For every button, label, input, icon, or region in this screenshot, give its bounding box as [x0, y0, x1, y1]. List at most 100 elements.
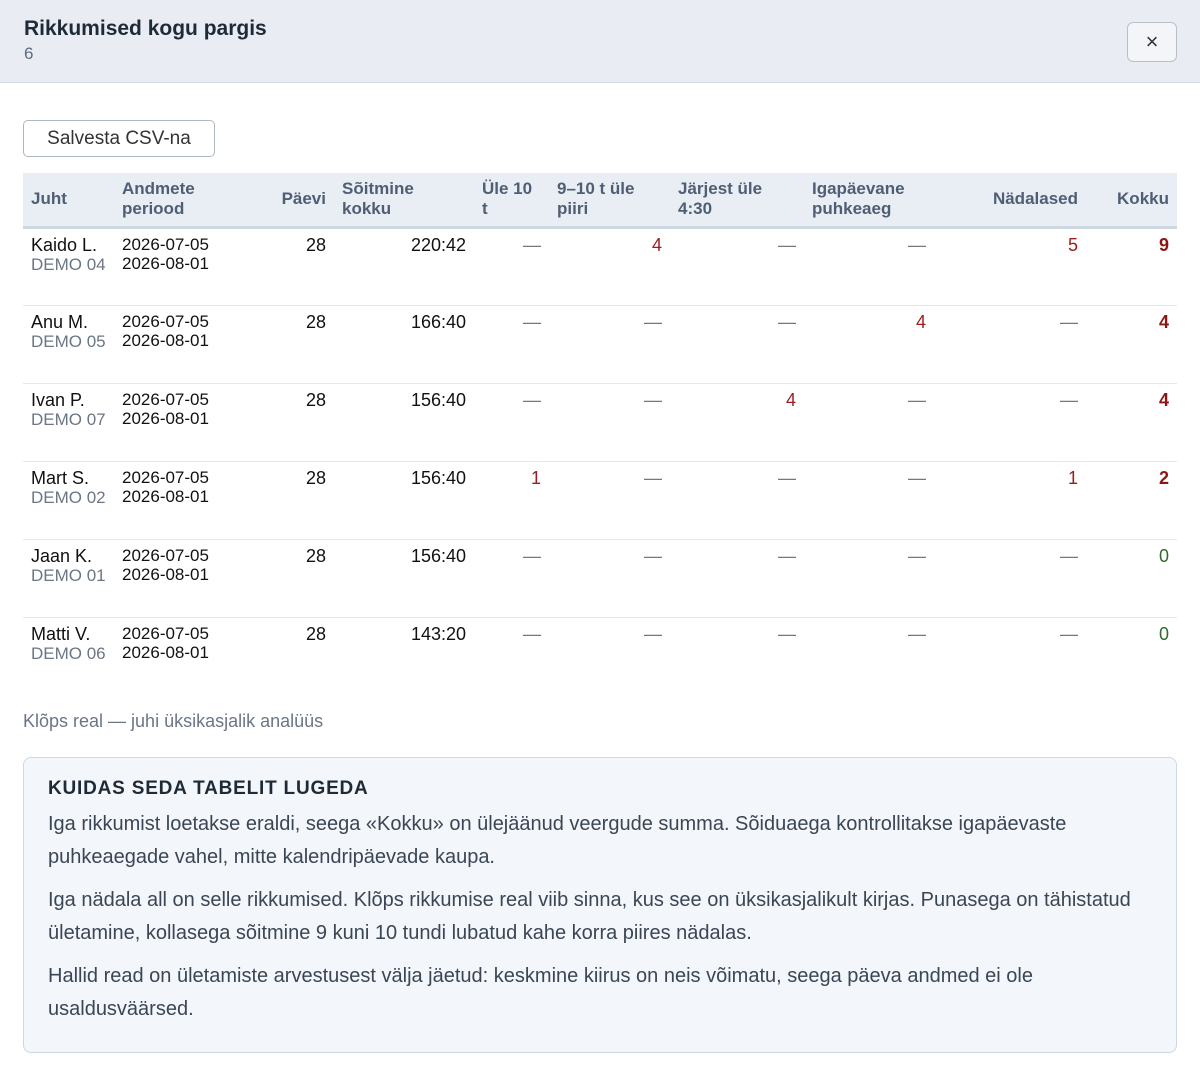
driver-name: Matti V. [31, 623, 91, 644]
table-row[interactable]: Jaan K. DEMO 01 2026-07-05 2026-08-01 28 156:… [23, 539, 1177, 618]
violation-count: — [778, 545, 796, 566]
total-violations: 9 [1158, 234, 1169, 255]
col-days[interactable]: Päevi [247, 173, 334, 229]
vehicle-plate: DEMO 02 [31, 487, 106, 507]
col-over-10h[interactable]: Üle 10 t [474, 173, 549, 229]
vehicle-plate: DEMO 07 [31, 409, 106, 429]
violation-count: — [908, 467, 926, 488]
violation-count: — [778, 311, 796, 332]
col-daily-rest[interactable]: Igapäevane puhkeaeg [804, 173, 934, 229]
total-violations: 0 [1158, 623, 1169, 644]
period-start: 2026-07-05 [122, 311, 209, 331]
days-count: 28 [305, 545, 326, 566]
total-violations: 0 [1158, 545, 1169, 566]
days-count: 28 [305, 311, 326, 332]
table-header-row: Juht Andmete periood Päevi Sõitmine kokk… [23, 173, 1177, 229]
save-csv-button[interactable]: Salvesta CSV-na [23, 120, 215, 157]
violation-count: — [778, 623, 796, 644]
info-paragraph: Iga nädala all on selle rikkumised. Klõp… [48, 889, 1131, 944]
driving-total: 156:40 [410, 389, 466, 410]
dialog-header: Rikkumised kogu pargis 6 × [0, 0, 1200, 83]
period-end: 2026-08-01 [122, 564, 209, 584]
period-end: 2026-08-01 [122, 330, 209, 350]
days-count: 28 [305, 623, 326, 644]
driving-total: 220:42 [410, 234, 466, 255]
violation-count: 1 [1067, 467, 1078, 488]
total-violations: 4 [1158, 311, 1169, 332]
period-end: 2026-08-01 [122, 642, 209, 662]
violation-count: 5 [1067, 234, 1078, 255]
driver-name: Kaido L. [31, 234, 98, 255]
violation-count: — [778, 467, 796, 488]
days-count: 28 [305, 467, 326, 488]
table-row[interactable]: Mart S. DEMO 02 2026-07-05 2026-08-01 28 156:… [23, 461, 1177, 540]
col-total[interactable]: Kokku [1086, 173, 1177, 229]
driving-total: 166:40 [410, 311, 466, 332]
violation-count: — [778, 234, 796, 255]
violation-count: — [644, 623, 662, 644]
period-start: 2026-07-05 [122, 234, 209, 254]
violation-count: — [1060, 545, 1078, 566]
info-paragraph: Iga rikkumist loetakse eraldi, seega «Ko… [48, 813, 1067, 868]
violation-count: — [1060, 623, 1078, 644]
driver-name: Anu M. [31, 311, 89, 332]
violation-count: — [523, 545, 541, 566]
driver-name: Jaan K. [31, 545, 93, 566]
violation-count: — [1060, 311, 1078, 332]
violation-count: — [523, 234, 541, 255]
dialog-title: Rikkumised kogu pargis [24, 17, 267, 40]
driving-total: 143:20 [410, 623, 466, 644]
info-paragraph: Hallid read on ületamiste arvestusest vä… [48, 965, 1033, 1020]
violation-count: 1 [530, 467, 541, 488]
days-count: 28 [305, 389, 326, 410]
col-continuous[interactable]: Järjest üle 4:30 [670, 173, 804, 229]
period-start: 2026-07-05 [122, 467, 209, 487]
violation-count: — [644, 311, 662, 332]
vehicle-plate: DEMO 06 [31, 643, 106, 663]
days-count: 28 [305, 234, 326, 255]
table-row[interactable]: Kaido L. DEMO 04 2026-07-05 2026-08-01 28 220… [23, 227, 1177, 306]
period-end: 2026-08-01 [122, 253, 209, 273]
violation-count: — [644, 545, 662, 566]
col-driver[interactable]: Juht [23, 173, 114, 229]
violation-count: — [523, 311, 541, 332]
dialog-count: 6 [24, 44, 34, 63]
violation-count: — [644, 467, 662, 488]
total-violations: 2 [1158, 467, 1169, 488]
col-weekly[interactable]: Nädalased [934, 173, 1086, 229]
violation-count: 4 [785, 389, 796, 410]
driving-total: 156:40 [410, 467, 466, 488]
violations-table: Juht Andmete periood Päevi Sõitmine kokk… [23, 173, 1177, 695]
total-violations: 4 [1158, 389, 1169, 410]
period-start: 2026-07-05 [122, 623, 209, 643]
table-row[interactable]: Matti V. DEMO 06 2026-07-05 2026-08-01 28 143… [23, 617, 1177, 695]
driving-total: 156:40 [410, 545, 466, 566]
violation-count: — [908, 234, 926, 255]
period-end: 2026-08-01 [122, 486, 209, 506]
violation-count: — [908, 623, 926, 644]
period-start: 2026-07-05 [122, 545, 209, 565]
table-row[interactable]: Ivan P. DEMO 07 2026-07-05 2026-08-01 28 156:… [23, 383, 1177, 462]
col-period[interactable]: Andmete periood [114, 173, 247, 229]
vehicle-plate: DEMO 04 [31, 254, 106, 274]
info-box: KUIDAS SEDA TABELIT LUGEDA Iga rikkumist… [23, 757, 1177, 1053]
violation-count: — [908, 545, 926, 566]
table-row[interactable]: Anu M. DEMO 05 2026-07-05 2026-08-01 28 166:4… [23, 305, 1177, 384]
vehicle-plate: DEMO 01 [31, 565, 106, 585]
violation-count: — [908, 389, 926, 410]
violation-count: — [523, 623, 541, 644]
violation-count: 4 [651, 234, 662, 255]
driver-name: Mart S. [31, 467, 90, 488]
violation-count: — [523, 389, 541, 410]
driver-name: Ivan P. [31, 389, 85, 410]
period-end: 2026-08-01 [122, 408, 209, 428]
violation-count: — [644, 389, 662, 410]
violation-count: — [1060, 389, 1078, 410]
info-title: KUIDAS SEDA TABELIT LUGEDA [48, 778, 369, 799]
close-button[interactable]: × [1127, 22, 1177, 62]
col-driving-total[interactable]: Sõitmine kokku [334, 173, 474, 229]
col-9-10h[interactable]: 9–10 t üle piiri [549, 173, 670, 229]
row-click-hint: Klõps real — juhi üksikasjalik analüüs [23, 711, 324, 731]
vehicle-plate: DEMO 05 [31, 331, 106, 351]
violation-count: 4 [915, 311, 926, 332]
